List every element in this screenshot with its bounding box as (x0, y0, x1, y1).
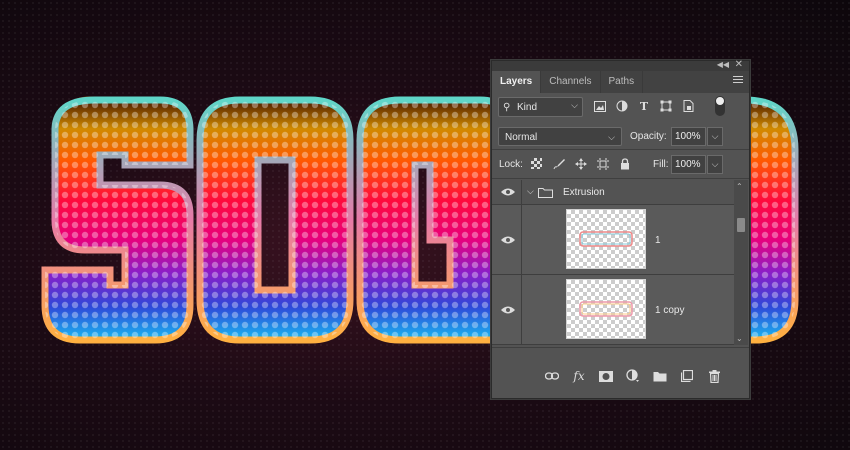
filter-icons: T (593, 99, 695, 113)
layers-scrollbar[interactable]: ⌃ ⌄ (734, 180, 748, 345)
scroll-up-icon[interactable]: ⌃ (736, 182, 743, 191)
panel-tab-bar: Layers Channels Paths (492, 71, 749, 93)
divider (492, 347, 749, 348)
divider (492, 149, 749, 150)
lock-label: Lock: (499, 159, 523, 170)
layer-thumbnail (566, 209, 646, 269)
layer-mask-icon[interactable] (598, 368, 614, 384)
type-filter-icon[interactable]: T (637, 99, 651, 113)
artwork-letter-4 (741, 96, 799, 344)
image-filter-icon[interactable] (593, 99, 607, 113)
layer-name: 1 (655, 235, 661, 246)
delete-layer-icon[interactable] (706, 368, 722, 384)
panel-menu-icon[interactable] (733, 76, 743, 86)
artwork-letter-3 (356, 96, 514, 344)
new-group-icon[interactable] (652, 368, 668, 384)
folder-icon (538, 188, 553, 198)
layers-panel: ◀◀ ✕ Layers Channels Paths ⚲ Kind ⌵ T No… (491, 59, 750, 399)
tab-channels[interactable]: Channels (541, 71, 601, 93)
scrollbar-thumb[interactable] (737, 218, 745, 232)
layer-group-row[interactable]: ⌵ Extrusion (492, 180, 734, 205)
link-layers-icon[interactable] (544, 368, 560, 384)
tab-layers[interactable]: Layers (492, 71, 542, 93)
new-layer-icon[interactable] (679, 368, 695, 384)
collapse-icon[interactable]: ◀◀ (717, 60, 729, 69)
layer-name: 1 copy (655, 305, 685, 316)
shape-filter-icon[interactable] (659, 99, 673, 113)
layers-list: ⌵ Extrusion 1 1 copy (492, 180, 734, 345)
divider (492, 178, 749, 179)
blend-mode-value: Normal (505, 132, 538, 143)
lock-icons (529, 156, 632, 171)
filter-kind-select[interactable]: ⚲ Kind ⌵ (498, 97, 583, 117)
search-icon: ⚲ (503, 101, 511, 113)
lock-image-pixels-icon[interactable] (551, 156, 566, 171)
chevron-down-icon: ⌵ (608, 132, 615, 142)
filter-toggle[interactable] (715, 96, 725, 116)
fill-input[interactable]: 100% (671, 155, 706, 174)
filter-kind-label: Kind (517, 101, 538, 113)
smart-object-filter-icon[interactable] (681, 99, 695, 113)
opacity-dropdown-button[interactable]: ⌵ (707, 127, 723, 146)
chevron-down-icon: ⌵ (571, 100, 578, 110)
lock-position-icon[interactable] (573, 156, 588, 171)
artwork-letter-2 (196, 96, 354, 344)
chevron-down-icon[interactable]: ⌵ (527, 186, 534, 197)
panel-title-bar[interactable]: ◀◀ ✕ (492, 59, 749, 71)
adjustment-filter-icon[interactable] (615, 99, 629, 113)
lock-transparent-pixels-icon[interactable] (529, 156, 544, 171)
panel-footer: fx (492, 361, 749, 391)
eye-icon[interactable] (500, 187, 516, 197)
opacity-label: Opacity: (630, 131, 667, 142)
artwork-letter-1 (41, 96, 194, 344)
layer-name: Extrusion (563, 187, 605, 198)
fx-icon[interactable]: fx (571, 368, 587, 384)
layer-thumbnail (566, 279, 646, 339)
fill-dropdown-button[interactable]: ⌵ (707, 155, 723, 174)
adjustment-layer-icon[interactable] (625, 368, 641, 384)
lock-artboard-icon[interactable] (595, 156, 610, 171)
eye-icon[interactable] (500, 235, 516, 245)
fill-label: Fill: (653, 159, 669, 170)
layer-row[interactable]: 1 copy (492, 275, 734, 345)
close-icon[interactable]: ✕ (735, 59, 743, 70)
blend-mode-select[interactable]: Normal ⌵ (498, 127, 622, 146)
lock-all-icon[interactable] (617, 156, 632, 171)
scroll-down-icon[interactable]: ⌄ (736, 334, 743, 343)
opacity-input[interactable]: 100% (671, 127, 706, 146)
eye-icon[interactable] (500, 305, 516, 315)
tab-paths[interactable]: Paths (601, 71, 644, 93)
layer-row[interactable]: 1 (492, 205, 734, 275)
